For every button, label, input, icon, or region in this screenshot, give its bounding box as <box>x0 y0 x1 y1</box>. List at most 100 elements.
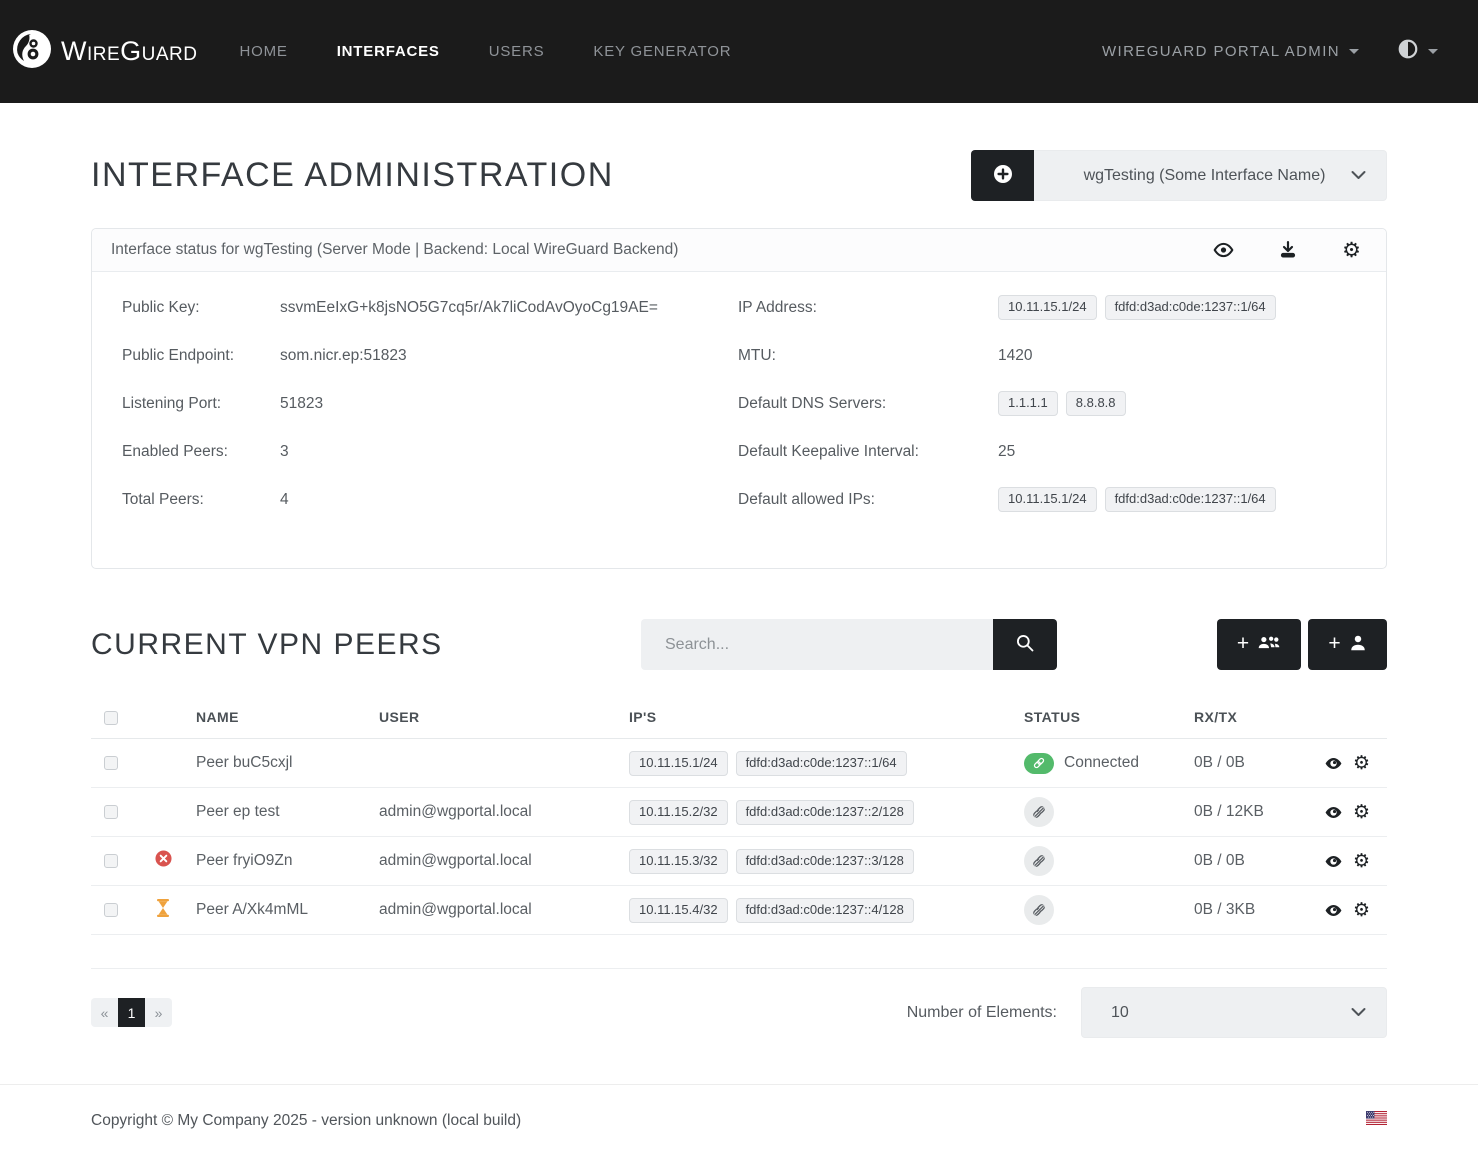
connected-link-icon <box>1024 753 1054 774</box>
chevron-down-icon <box>1351 1004 1366 1022</box>
nav-item-key-generator[interactable]: KEY GENERATOR <box>593 43 731 60</box>
add-interface-button[interactable] <box>971 150 1034 201</box>
view-peer-eye-icon[interactable] <box>1324 756 1343 771</box>
elements-per-page-select[interactable]: 10 <box>1081 987 1387 1038</box>
row-checkbox[interactable] <box>104 805 118 819</box>
peer-search-group <box>641 619 1057 670</box>
nav-item-interfaces[interactable]: INTERFACES <box>337 43 440 60</box>
pagination-next-button[interactable]: » <box>145 998 172 1027</box>
allowed-ip-badge: 10.11.15.1/24 <box>998 487 1097 512</box>
theme-toggle-dropdown[interactable] <box>1397 38 1438 65</box>
peer-search-input[interactable] <box>641 619 993 670</box>
nav-item-home[interactable]: HOME <box>240 43 288 60</box>
field-label: Enabled Peers: <box>122 442 280 462</box>
user-menu-label: WIREGUARD PORTAL ADMIN <box>1102 43 1340 60</box>
table-row: Peer buC5cxjl 10.11.15.1/24 fdfd:d3ad:c0… <box>91 739 1387 788</box>
user-menu-dropdown[interactable]: WIREGUARD PORTAL ADMIN <box>1102 43 1359 60</box>
view-peer-eye-icon[interactable] <box>1324 903 1343 918</box>
column-flag <box>140 695 186 739</box>
row-checkbox[interactable] <box>104 756 118 770</box>
nav-item-users[interactable]: USERS <box>489 43 545 60</box>
field-label: Default allowed IPs: <box>738 490 998 510</box>
peer-user: admin@wgportal.local <box>369 788 614 837</box>
table-row-spacer <box>91 935 1387 969</box>
column-ips: IP'S <box>614 695 1013 739</box>
plus-circle-icon <box>993 164 1013 187</box>
peer-ip-badge: 10.11.15.1/24 <box>629 751 728 776</box>
peer-settings-gear-icon[interactable]: ⚙ <box>1353 901 1370 920</box>
navbar: WireGuard HOME INTERFACES USERS KEY GENE… <box>0 0 1478 103</box>
peer-name: Peer buC5cxjl <box>186 739 369 788</box>
listening-port-value: 51823 <box>280 394 323 414</box>
column-name: NAME <box>186 695 369 739</box>
peer-rxtx: 0B / 0B <box>1184 837 1320 886</box>
peers-section-title: CURRENT VPN PEERS <box>91 628 443 662</box>
elements-per-page-label: Number of Elements: <box>907 1004 1057 1022</box>
brand-wordmark: WireGuard <box>61 36 198 67</box>
dns-badge: 8.8.8.8 <box>1066 391 1126 416</box>
view-peer-eye-icon[interactable] <box>1324 854 1343 869</box>
brand-link[interactable]: WireGuard <box>12 29 198 74</box>
peer-status-text: Connected <box>1064 754 1139 772</box>
peer-ip-badge: fdfd:d3ad:c0de:1237::2/128 <box>736 800 914 825</box>
public-endpoint-value: som.nicr.ep:51823 <box>280 346 407 366</box>
search-button[interactable] <box>993 619 1057 670</box>
field-label: MTU: <box>738 346 998 366</box>
peer-rxtx: 0B / 0B <box>1184 739 1320 788</box>
pagination-prev-button[interactable]: « <box>91 998 118 1027</box>
peer-rxtx: 0B / 3KB <box>1184 886 1320 935</box>
disconnected-link-slash-icon <box>1024 797 1054 827</box>
disconnected-link-slash-icon <box>1024 895 1054 925</box>
add-peer-button[interactable]: + <box>1308 619 1387 670</box>
circle-half-theme-icon <box>1397 38 1419 65</box>
peer-pending-hourglass-icon <box>156 904 170 921</box>
nav-links: HOME INTERFACES USERS KEY GENERATOR <box>240 43 732 60</box>
mtu-value: 1420 <box>998 346 1032 366</box>
row-checkbox[interactable] <box>104 854 118 868</box>
peer-ip-badge: fdfd:d3ad:c0de:1237::1/64 <box>736 751 907 776</box>
peer-name: Peer A/Xk4mML <box>186 886 369 935</box>
field-label: Default Keepalive Interval: <box>738 442 998 462</box>
wireguard-logo-icon <box>12 29 52 74</box>
column-rxtx: RX/TX <box>1184 695 1320 739</box>
field-label: Public Key: <box>122 298 280 318</box>
peer-user <box>369 739 614 788</box>
select-all-checkbox[interactable] <box>104 711 118 725</box>
user-icon <box>1349 634 1367 655</box>
view-peer-eye-icon[interactable] <box>1324 805 1343 820</box>
row-checkbox[interactable] <box>104 903 118 917</box>
add-multiple-peers-button[interactable]: + <box>1217 619 1301 670</box>
field-label: Total Peers: <box>122 490 280 510</box>
interface-select[interactable]: wgTesting (Some Interface Name) <box>1034 150 1387 201</box>
language-us-flag-icon[interactable] <box>1366 1111 1387 1130</box>
peer-ip-badge: fdfd:d3ad:c0de:1237::3/128 <box>736 849 914 874</box>
disconnected-link-slash-icon <box>1024 846 1054 876</box>
pagination: « 1 » <box>91 998 172 1027</box>
keepalive-value: 25 <box>998 442 1015 462</box>
table-row: Peer ep test admin@wgportal.local 10.11.… <box>91 788 1387 837</box>
interface-status-card: Interface status for wgTesting (Server M… <box>91 228 1387 569</box>
public-key-value: ssvmEeIxG+k8jsNO5G7cq5r/Ak7liCodAvOyoCg1… <box>280 298 658 318</box>
total-peers-value: 4 <box>280 490 289 510</box>
plus-icon: + <box>1237 633 1249 654</box>
interface-settings-gear-icon[interactable]: ⚙ <box>1342 240 1361 261</box>
page-title: INTERFACE ADMINISTRATION <box>91 156 614 195</box>
interface-status-header: Interface status for wgTesting (Server M… <box>111 241 678 259</box>
elements-per-page-value: 10 <box>1111 1004 1351 1022</box>
ip-badge: 10.11.15.1/24 <box>998 295 1097 320</box>
chevron-down-icon <box>1351 167 1366 185</box>
field-label: Default DNS Servers: <box>738 394 998 414</box>
enabled-peers-value: 3 <box>280 442 289 462</box>
peer-settings-gear-icon[interactable]: ⚙ <box>1353 852 1370 871</box>
peer-settings-gear-icon[interactable]: ⚙ <box>1353 803 1370 822</box>
peer-name: Peer fryiO9Zn <box>186 837 369 886</box>
peer-settings-gear-icon[interactable]: ⚙ <box>1353 754 1370 773</box>
pagination-page-1[interactable]: 1 <box>118 998 145 1027</box>
caret-down-icon <box>1428 49 1438 54</box>
download-config-icon[interactable] <box>1278 240 1298 260</box>
dns-badge: 1.1.1.1 <box>998 391 1058 416</box>
view-config-eye-icon[interactable] <box>1213 242 1234 258</box>
plus-icon: + <box>1328 633 1340 654</box>
footer: Copyright © My Company 2025 - version un… <box>0 1084 1478 1152</box>
caret-down-icon <box>1349 49 1359 54</box>
